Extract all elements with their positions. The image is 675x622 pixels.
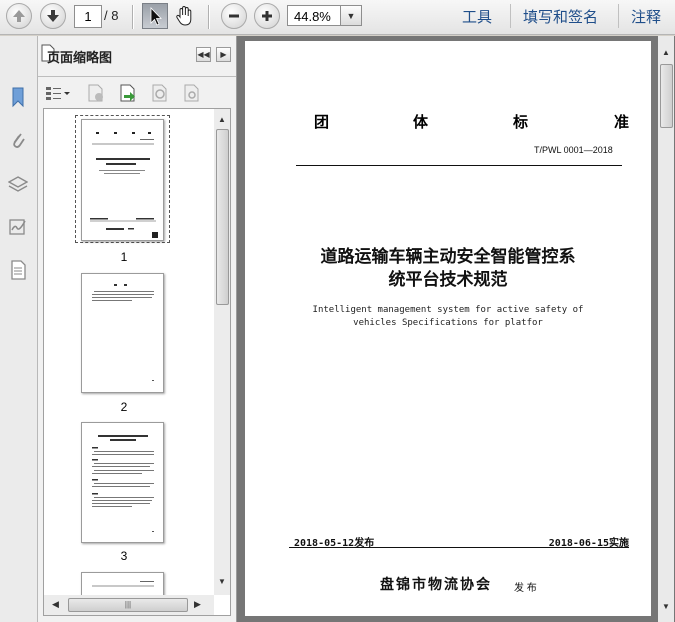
panel-title: 页面缩略图 bbox=[47, 50, 113, 65]
thumbnail-preview bbox=[92, 435, 154, 532]
scrollbar-thumb[interactable] bbox=[216, 129, 229, 305]
header-char: 准 bbox=[614, 113, 630, 131]
english-subtitle-line: vehicles Specifications for platfor bbox=[353, 318, 543, 328]
document-title-line: 道路运输车辆主动安全智能管控系 bbox=[320, 247, 576, 266]
page-thumbnail-3[interactable] bbox=[81, 422, 164, 543]
thumbnail-label: 3 bbox=[120, 549, 128, 563]
header-char: 标 bbox=[513, 113, 529, 131]
rotate-page-icon[interactable] bbox=[150, 83, 170, 103]
thumbnail-label: 2 bbox=[120, 400, 128, 414]
extract-page-icon[interactable] bbox=[118, 83, 138, 103]
arrow-up-icon bbox=[13, 10, 25, 22]
publisher: 盘锦市物流协会 bbox=[380, 576, 492, 592]
minus-icon bbox=[229, 14, 239, 18]
cursor-arrow-icon bbox=[150, 7, 162, 26]
scroll-left-icon[interactable]: ◀ bbox=[52, 599, 59, 610]
horizontal-scrollbar[interactable]: ◀ ||| ▶ bbox=[44, 595, 214, 615]
standard-number: T/PWL 0001—2018 bbox=[534, 145, 613, 155]
main-toolbar: 1 / 8 44.8% ▼ 工具 填写和签名 注释 bbox=[0, 0, 675, 35]
scroll-down-icon[interactable]: ▼ bbox=[218, 577, 226, 586]
toolbar-divider bbox=[208, 5, 210, 29]
page-thumbnail-2[interactable] bbox=[81, 273, 164, 393]
paperclip-icon[interactable] bbox=[8, 129, 28, 151]
bookmark-icon[interactable] bbox=[8, 86, 28, 108]
toolbar-divider bbox=[618, 4, 619, 28]
toolbar-divider bbox=[132, 5, 134, 29]
double-chevron-left-icon: ◀◀ bbox=[197, 50, 210, 59]
thumbnail-toolbar bbox=[38, 80, 236, 106]
zoom-dropdown-button[interactable]: ▼ bbox=[341, 5, 362, 26]
page-total-label: / 8 bbox=[104, 8, 119, 23]
navigation-rail bbox=[0, 36, 38, 622]
page-number-input[interactable]: 1 bbox=[74, 5, 102, 28]
thumbnail-list[interactable]: 1 2 3 ▲ ▼ ◀ ||| ▶ bbox=[43, 108, 231, 616]
publisher-suffix: 发 布 bbox=[514, 583, 537, 594]
header-char: 团 bbox=[314, 113, 330, 131]
next-page-button[interactable] bbox=[40, 3, 66, 29]
comment-link[interactable]: 注释 bbox=[631, 6, 661, 27]
previous-page-button[interactable] bbox=[6, 3, 32, 29]
thumbnail-preview bbox=[92, 284, 154, 381]
thumbnail-preview bbox=[90, 132, 158, 238]
select-tool-button[interactable] bbox=[142, 3, 168, 29]
zoom-out-button[interactable] bbox=[221, 3, 247, 29]
document-viewer[interactable]: 团 体 标 准 T/PWL 0001—2018 道路运输车辆主动安全智能管控系 … bbox=[237, 36, 675, 622]
toolbar-divider bbox=[510, 4, 511, 28]
zoom-level-input[interactable]: 44.8% bbox=[287, 5, 341, 26]
hand-icon bbox=[176, 5, 192, 26]
document-page: 团 体 标 准 T/PWL 0001—2018 道路运输车辆主动安全智能管控系 … bbox=[245, 41, 651, 616]
horizontal-scroll-thumb[interactable]: ||| bbox=[68, 598, 188, 612]
chevron-down-icon: ▼ bbox=[346, 11, 356, 21]
document-structure-icon[interactable] bbox=[8, 259, 28, 281]
footer-rule bbox=[289, 547, 629, 548]
panel-divider bbox=[38, 76, 236, 77]
thumbnail-scrollbar[interactable]: ▲ ▼ bbox=[214, 109, 230, 595]
zoom-in-button[interactable] bbox=[254, 3, 280, 29]
scroll-up-icon[interactable]: ▲ bbox=[662, 48, 670, 57]
print-page-icon[interactable] bbox=[182, 83, 202, 103]
document-scrollbar[interactable]: ▲ ▼ bbox=[658, 36, 674, 622]
signature-icon[interactable] bbox=[8, 216, 28, 238]
panel-options-button[interactable]: ▶ bbox=[216, 47, 231, 62]
thumbnail-label: 1 bbox=[120, 250, 128, 264]
page-thumbnails-panel: 页面缩略图 ◀◀ ▶ 1 2 3 ▲ ▼ ◀ ||| ▶ bbox=[38, 36, 237, 622]
fill-sign-link[interactable]: 填写和签名 bbox=[523, 6, 598, 27]
collapse-panel-button[interactable]: ◀◀ bbox=[196, 47, 211, 62]
layers-icon[interactable] bbox=[8, 173, 28, 195]
header-rule bbox=[296, 165, 622, 166]
scroll-up-icon[interactable]: ▲ bbox=[218, 115, 226, 124]
document-title-line: 统平台技术规范 bbox=[388, 270, 508, 289]
header-char: 体 bbox=[413, 113, 429, 131]
page-thumbnail-1[interactable] bbox=[81, 119, 164, 241]
tools-link[interactable]: 工具 bbox=[462, 6, 492, 27]
plus-icon bbox=[262, 11, 272, 21]
scroll-down-icon[interactable]: ▼ bbox=[662, 602, 670, 611]
scrollbar-thumb[interactable] bbox=[660, 64, 673, 128]
hand-tool-button[interactable] bbox=[172, 3, 198, 29]
delete-page-icon[interactable] bbox=[86, 83, 106, 103]
triangle-right-icon: ▶ bbox=[220, 50, 227, 59]
english-subtitle-line: Intelligent management system for active… bbox=[312, 305, 584, 315]
options-menu-icon[interactable] bbox=[45, 85, 71, 101]
arrow-down-icon bbox=[47, 10, 59, 22]
scroll-right-icon[interactable]: ▶ bbox=[194, 599, 201, 610]
